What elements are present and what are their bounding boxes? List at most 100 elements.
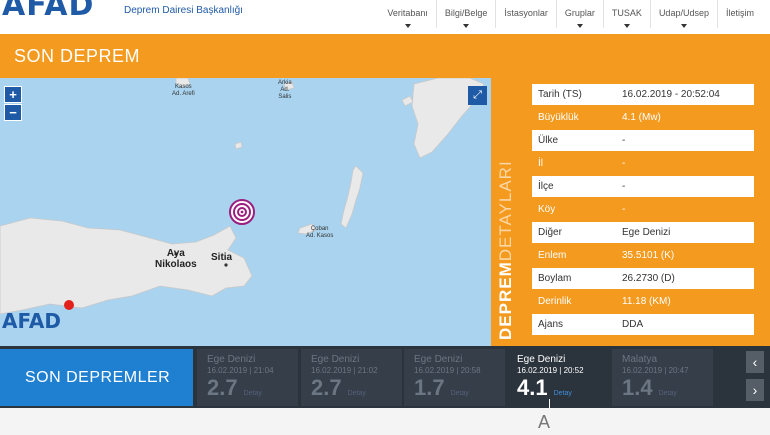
detail-value: 35.5101 (K) bbox=[616, 245, 754, 266]
page-below-fold: A bbox=[0, 408, 770, 435]
quake-location: Malatya bbox=[622, 354, 658, 365]
map-label-coban: Çoban Ad. Kasos bbox=[306, 226, 334, 239]
detail-value: 16.02.2019 - 20:52:04 bbox=[616, 84, 754, 105]
next-arrow-icon[interactable]: › bbox=[746, 379, 764, 401]
afad-logo[interactable]: AFAD bbox=[2, 0, 94, 23]
nav-item[interactable]: İstasyonlar bbox=[495, 0, 556, 28]
nav-item[interactable]: TUSAK bbox=[602, 0, 650, 28]
detail-label: Diğer bbox=[532, 222, 616, 243]
nav-item[interactable]: Bilgi/Belge bbox=[435, 0, 496, 28]
quake-detail-link[interactable]: Detay bbox=[659, 390, 677, 397]
detail-row: Köy - bbox=[532, 199, 754, 220]
detail-label: Enlem bbox=[532, 245, 616, 266]
quake-details-table: Tarih (TS) 16.02.2019 - 20:52:04 Büyüklük 4… bbox=[532, 84, 754, 337]
page: AFAD Deprem Dairesi Başkanlığı Veritaban… bbox=[0, 0, 770, 435]
detail-row: İl - bbox=[532, 153, 754, 174]
detail-value: - bbox=[616, 199, 754, 220]
site-subtitle: Deprem Dairesi Başkanlığı bbox=[124, 5, 243, 16]
nav-item-label: Veritabanı bbox=[387, 8, 428, 18]
details-label-bold: DEPREM bbox=[496, 261, 515, 340]
detail-label: Boylam bbox=[532, 268, 616, 289]
quake-magnitude: 2.7 bbox=[207, 375, 238, 400]
quake-location: Ege Denizi bbox=[311, 354, 360, 365]
details-label-light: DETAYLARI bbox=[496, 160, 515, 262]
caret-down-icon bbox=[623, 24, 630, 28]
quake-location: Ege Denizi bbox=[207, 354, 256, 365]
detail-row: İlçe - bbox=[532, 176, 754, 197]
quake-detail-link[interactable]: Detay bbox=[451, 390, 469, 397]
caret-down-icon bbox=[463, 24, 470, 28]
recent-quakes-bar: SON DEPREMLER Ege Denizi 16.02.2019 | 21:… bbox=[0, 346, 770, 411]
detail-label: Tarih (TS) bbox=[532, 84, 616, 105]
recent-quake-card[interactable]: Malatya 16.02.2019 | 20:47 1.4 Detay bbox=[612, 349, 713, 406]
recent-quake-card[interactable]: Ege Denizi 16.02.2019 | 21:02 2.7 Detay bbox=[301, 349, 402, 406]
detail-row: Derinlik 11.18 (KM) bbox=[532, 291, 754, 312]
detail-value: 4.1 (Mw) bbox=[616, 107, 754, 128]
nav-item-label: Gruplar bbox=[564, 8, 595, 18]
quake-magnitude: 4.1 bbox=[517, 375, 548, 400]
karpathos-island bbox=[340, 165, 364, 229]
caret-down-icon bbox=[680, 24, 687, 28]
detail-value: 11.18 (KM) bbox=[616, 291, 754, 312]
crete-island bbox=[0, 217, 253, 315]
prev-arrow-icon[interactable]: ‹ bbox=[746, 351, 764, 373]
recent-quake-card[interactable]: Ege Denizi 16.02.2019 | 20:52 4.1 Detay bbox=[507, 349, 608, 411]
detail-value: Ege Denizi bbox=[616, 222, 754, 243]
detail-label: Köy bbox=[532, 199, 616, 220]
detail-label: Ajans bbox=[532, 314, 616, 335]
detail-row: Boylam 26.2730 (D) bbox=[532, 268, 754, 289]
detail-value: DDA bbox=[616, 314, 754, 335]
zoom-in-button[interactable]: + bbox=[4, 86, 22, 103]
main-nav: Veritabanı Bilgi/Belge İstasyonlar Gruplar T… bbox=[379, 0, 762, 34]
recent-quake-card[interactable]: Ege Denizi 16.02.2019 | 21:04 2.7 Detay bbox=[197, 349, 298, 406]
detail-value: - bbox=[616, 153, 754, 174]
islet-4 bbox=[234, 141, 243, 150]
detail-row: Büyüklük 4.1 (Mw) bbox=[532, 107, 754, 128]
islet-3 bbox=[401, 95, 414, 107]
afad-map-logo: AFAD bbox=[2, 309, 61, 333]
fullscreen-icon[interactable]: ⤢ bbox=[468, 86, 487, 105]
quake-magnitude: 1.7 bbox=[414, 375, 445, 400]
detail-label: Ülke bbox=[532, 130, 616, 151]
nav-item-label: Udap/Udsep bbox=[658, 8, 709, 18]
nav-item[interactable]: Veritabanı bbox=[379, 0, 436, 28]
partial-glyph: A bbox=[538, 412, 551, 432]
afad-map-logo-emblem bbox=[64, 300, 74, 310]
quake-details-label: DEPREMDETAYLARI bbox=[496, 160, 516, 340]
detail-row: Enlem 35.5101 (K) bbox=[532, 245, 754, 266]
quake-detail-link[interactable]: Detay bbox=[244, 390, 262, 397]
detail-row: Ülke - bbox=[532, 130, 754, 151]
city-sitia: Sitia bbox=[211, 252, 233, 263]
detail-label: İl bbox=[532, 153, 616, 174]
nav-item[interactable]: İletişim bbox=[716, 0, 762, 28]
city-dot-sitia bbox=[224, 263, 228, 267]
detail-label: İlçe bbox=[532, 176, 616, 197]
recent-quakes-title: SON DEPREMLER bbox=[0, 349, 193, 406]
detail-label: Derinlik bbox=[532, 291, 616, 312]
nav-item[interactable]: Udap/Udsep bbox=[649, 0, 717, 28]
detail-row: Tarih (TS) 16.02.2019 - 20:52:04 bbox=[532, 84, 754, 105]
quake-magnitude: 1.4 bbox=[622, 375, 653, 400]
caret-down-icon bbox=[404, 24, 411, 28]
section-title: SON DEPREM bbox=[14, 46, 141, 66]
nav-item-label: İstasyonlar bbox=[504, 8, 548, 18]
quake-magnitude: 2.7 bbox=[311, 375, 342, 400]
nav-item-label: Bilgi/Belge bbox=[444, 8, 488, 18]
detail-row: Diğer Ege Denizi bbox=[532, 222, 754, 243]
quake-location: Ege Denizi bbox=[414, 354, 463, 365]
caret-down-icon bbox=[576, 24, 583, 28]
zoom-out-button[interactable]: − bbox=[4, 104, 22, 121]
nav-item-label: İletişim bbox=[725, 8, 754, 18]
top-bar: AFAD Deprem Dairesi Başkanlığı Veritaban… bbox=[0, 0, 770, 34]
quake-detail-link[interactable]: Detay bbox=[348, 390, 366, 397]
detail-value: - bbox=[616, 176, 754, 197]
city-aya-nikolaos: Aya Nikolaos bbox=[155, 248, 197, 270]
quake-map[interactable]: + − ⤢ Kasos Ad. Arefi Arkia Ad. Salis Ço… bbox=[0, 78, 491, 346]
detail-label: Büyüklük bbox=[532, 107, 616, 128]
map-label-kasos-arefi: Kasos Ad. Arefi bbox=[172, 84, 195, 97]
nav-item[interactable]: Gruplar bbox=[555, 0, 603, 28]
nav-item-label: TUSAK bbox=[611, 8, 642, 18]
quake-detail-link[interactable]: Detay bbox=[554, 390, 572, 397]
recent-quake-card[interactable]: Ege Denizi 16.02.2019 | 20:58 1.7 Detay bbox=[404, 349, 505, 406]
detail-row: Ajans DDA bbox=[532, 314, 754, 335]
